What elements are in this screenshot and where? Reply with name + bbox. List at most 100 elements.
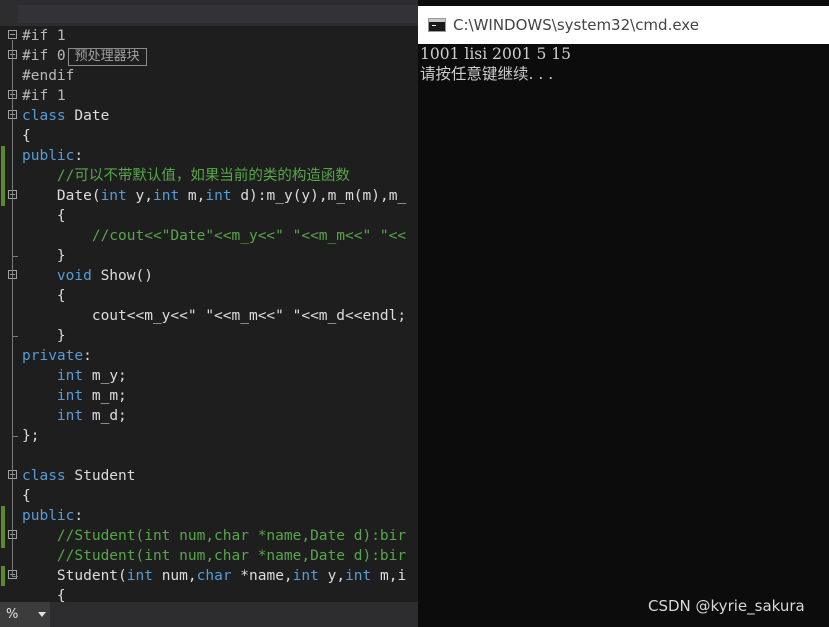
navigation-dropdown[interactable] (18, 5, 418, 23)
zoom-label: % (6, 607, 19, 622)
code-token: //cout<<"Date"<<m_y<<" "<<m_m<<" "<< (22, 228, 407, 244)
code-token: //Student(int num,char *name,Date d):bir (22, 528, 407, 544)
code-line[interactable]: cout<<m_y<<" "<<m_m<<" "<<m_d<<endl; (0, 306, 418, 326)
code-line[interactable]: #if 1 (0, 86, 418, 106)
code-line[interactable]: public: (0, 506, 418, 526)
fold-guide (12, 120, 13, 436)
code-token: char (196, 568, 232, 584)
code-token: int (292, 568, 319, 584)
code-token: : (74, 508, 84, 524)
code-token: int (100, 188, 127, 204)
cmd-icon (428, 18, 446, 32)
fold-guide-end (12, 436, 18, 437)
code-text: class Student (22, 466, 136, 486)
code-line[interactable]: #if 1 (0, 26, 418, 46)
code-token: //可以不带默认值，如果当前的类的构造函数 (22, 168, 350, 184)
code-text: int m_y; (22, 366, 127, 386)
code-line[interactable]: int m_m; (0, 386, 418, 406)
code-text: }; (22, 426, 39, 446)
code-line[interactable]: //Student(int num,char *name,Date d):bir (0, 526, 418, 546)
code-line[interactable]: int m_y; (0, 366, 418, 386)
console-window[interactable]: C:\WINDOWS\system32\cmd.exe 1001 lisi 20… (418, 0, 829, 627)
code-line[interactable]: private: (0, 346, 418, 366)
code-text: public: (22, 146, 83, 166)
code-line[interactable]: { (0, 206, 418, 226)
code-line[interactable]: //Student(int num,char *name,Date d):bir (0, 546, 418, 566)
code-text: #if 1 (22, 26, 66, 46)
code-text: //Student(int num,char *name,Date d):bir (22, 526, 406, 546)
code-token: Student (65, 468, 136, 484)
code-token: public (22, 508, 75, 524)
code-text: void Show() (22, 266, 153, 286)
code-token: cout<<m_y<<" "<<m_m<<" "<<m_d<<endl; (22, 308, 407, 324)
code-token: Show() (91, 268, 153, 284)
code-token: int (205, 188, 232, 204)
code-text: Student(int num,char *name,int y,int m,i (22, 566, 406, 586)
code-token: m, (179, 188, 206, 204)
code-token: void (56, 268, 92, 284)
code-token: } (22, 328, 66, 344)
code-line[interactable]: { (0, 486, 418, 506)
code-token: m_y; (83, 368, 127, 384)
fold-guide-end (12, 336, 18, 337)
code-token: public (22, 148, 75, 164)
code-text: { (22, 486, 31, 506)
code-text: private: (22, 346, 92, 366)
editor-status-bar: % (0, 602, 418, 627)
code-line[interactable]: Student(int num,char *name,int y,int m,i (0, 566, 418, 586)
code-line[interactable]: }; (0, 426, 418, 446)
zoom-dropdown[interactable]: % (0, 602, 50, 627)
code-line[interactable]: class Student (0, 466, 418, 486)
code-line[interactable]: class Date (0, 106, 418, 126)
console-title-bar[interactable]: C:\WINDOWS\system32\cmd.exe (418, 6, 829, 44)
code-line[interactable]: #if 0 预处理器块 (0, 46, 418, 66)
code-token: #if 0 (22, 48, 66, 64)
code-line[interactable]: public: (0, 146, 418, 166)
code-text: //cout<<"Date"<<m_y<<" "<<m_m<<" "<< (22, 226, 406, 246)
code-line[interactable]: #endif (0, 66, 418, 86)
fold-guide (12, 480, 13, 576)
code-editor[interactable]: #if 1 #if 0 预处理器块 #endif #if 1 class Date {pub… (0, 0, 418, 627)
code-token: int (126, 568, 153, 584)
code-token: class (22, 108, 66, 124)
code-token: int (56, 368, 84, 384)
code-line[interactable]: void Show() (0, 266, 418, 286)
fold-guide (12, 200, 13, 256)
code-text: public: (22, 506, 83, 526)
code-token: class (22, 468, 66, 484)
code-text: int m_m; (22, 386, 127, 406)
code-line[interactable] (0, 446, 418, 466)
code-token: { (22, 208, 66, 224)
code-token: m,i (371, 568, 407, 584)
code-token: //Student(int num,char *name,Date d):bir (22, 548, 407, 564)
code-token: m_d; (83, 408, 127, 424)
code-line[interactable]: //可以不带默认值，如果当前的类的构造函数 (0, 166, 418, 186)
collapsed-region-label[interactable]: 预处理器块 (67, 48, 147, 66)
code-text: { (22, 286, 66, 306)
code-token: Date( (22, 188, 101, 204)
code-token: } (22, 248, 66, 264)
code-line[interactable]: } (0, 326, 418, 346)
code-line[interactable]: } (0, 246, 418, 266)
code-line[interactable]: { (0, 126, 418, 146)
code-text: int m_d; (22, 406, 127, 426)
code-token: #endif (22, 68, 75, 84)
code-token: num, (152, 568, 197, 584)
code-line[interactable]: { (0, 286, 418, 306)
code-token: Date (65, 108, 110, 124)
code-text: { (22, 206, 66, 226)
code-line[interactable]: Date(int y,int m,int d):m_y(y),m_m(m),m_ (0, 186, 418, 206)
code-text: { (22, 126, 31, 146)
code-line[interactable]: //cout<<"Date"<<m_y<<" "<<m_m<<" "<< (0, 226, 418, 246)
code-line[interactable]: int m_d; (0, 406, 418, 426)
code-token: : (83, 348, 92, 364)
collapse-icon[interactable] (8, 30, 17, 39)
code-token: int (345, 568, 372, 584)
code-token: { (22, 128, 31, 144)
code-token: y, (126, 188, 153, 204)
code-token: *name, (231, 568, 293, 584)
fold-guide (12, 280, 13, 336)
